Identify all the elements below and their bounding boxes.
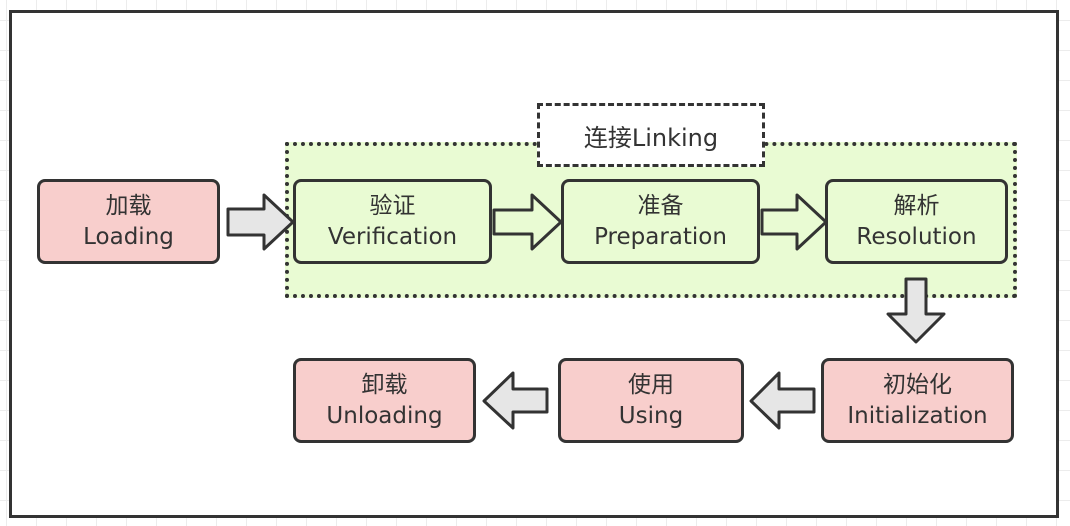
left-arrow-icon	[482, 371, 549, 430]
arrow-using-to-unloading	[482, 371, 549, 430]
